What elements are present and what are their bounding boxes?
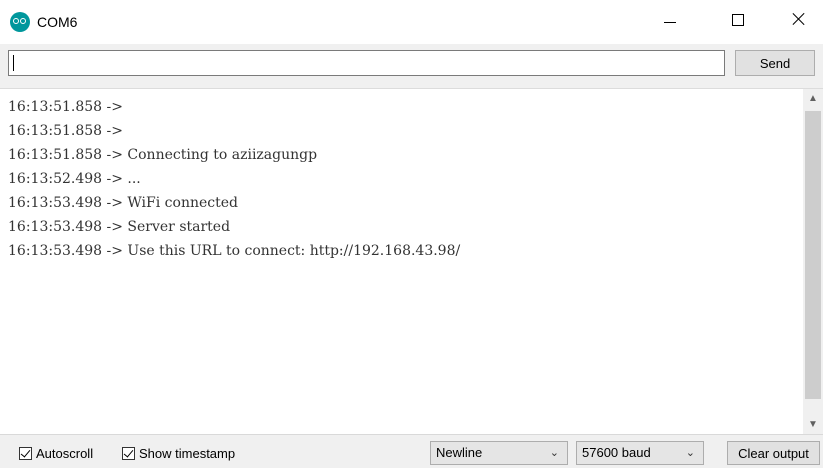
arduino-icon: [10, 12, 30, 32]
minimize-icon: [664, 22, 676, 23]
output-lines: 16:13:51.858 -> 16:13:51.858 -> 16:13:51…: [8, 95, 460, 263]
output-line: 16:13:53.498 -> WiFi connected: [8, 195, 238, 211]
output-line: 16:13:53.498 -> Server started: [8, 219, 231, 235]
checkbox-checked-icon: [19, 446, 32, 460]
show-timestamp-label: Show timestamp: [139, 445, 236, 461]
autoscroll-label: Autoscroll: [36, 445, 94, 461]
scroll-down-icon[interactable]: ▼: [803, 415, 823, 435]
output-line: 16:13:51.858 ->: [8, 99, 128, 115]
checkbox-checked-icon: [122, 446, 135, 460]
vertical-scrollbar[interactable]: ▲ ▼: [803, 89, 823, 435]
window-title: COM6: [37, 14, 78, 30]
serial-monitor-window: COM6 Send 16:13:51.858 -> 16:13:51.858 -…: [0, 0, 823, 468]
serial-output[interactable]: 16:13:51.858 -> 16:13:51.858 -> 16:13:51…: [0, 88, 823, 435]
title-bar[interactable]: COM6: [0, 0, 823, 44]
autoscroll-checkbox[interactable]: Autoscroll: [19, 444, 93, 462]
close-icon: [792, 12, 806, 26]
output-line: 16:13:53.498 -> Use this URL to connect:…: [8, 243, 461, 259]
line-ending-value: Newline: [436, 445, 483, 460]
show-timestamp-checkbox[interactable]: Show timestamp: [122, 444, 235, 462]
chevron-down-icon: ⌄: [549, 447, 559, 459]
output-line: 16:13:51.858 -> Connecting to aziizagung…: [8, 147, 318, 163]
scroll-up-icon[interactable]: ▲: [803, 89, 823, 109]
output-line: 16:13:51.858 ->: [8, 123, 128, 139]
bottom-toolbar: Autoscroll Show timestamp Newline ⌄ 5760…: [0, 434, 823, 468]
send-button[interactable]: Send: [735, 50, 815, 76]
baud-rate-select[interactable]: 57600 baud ⌄: [576, 441, 704, 465]
chevron-down-icon: ⌄: [685, 447, 695, 459]
baud-rate-value: 57600 baud: [582, 445, 651, 460]
clear-output-button[interactable]: Clear output: [727, 441, 820, 465]
output-line: 16:13:52.498 -> ...: [8, 171, 141, 187]
maximize-button[interactable]: [715, 0, 761, 44]
maximize-icon: [732, 14, 744, 26]
close-button[interactable]: [775, 0, 821, 44]
send-row: Send: [0, 44, 823, 88]
scroll-thumb[interactable]: [805, 111, 821, 399]
serial-send-input[interactable]: [8, 50, 725, 76]
text-caret: [13, 55, 14, 71]
minimize-button[interactable]: [647, 0, 693, 44]
line-ending-select[interactable]: Newline ⌄: [430, 441, 568, 465]
